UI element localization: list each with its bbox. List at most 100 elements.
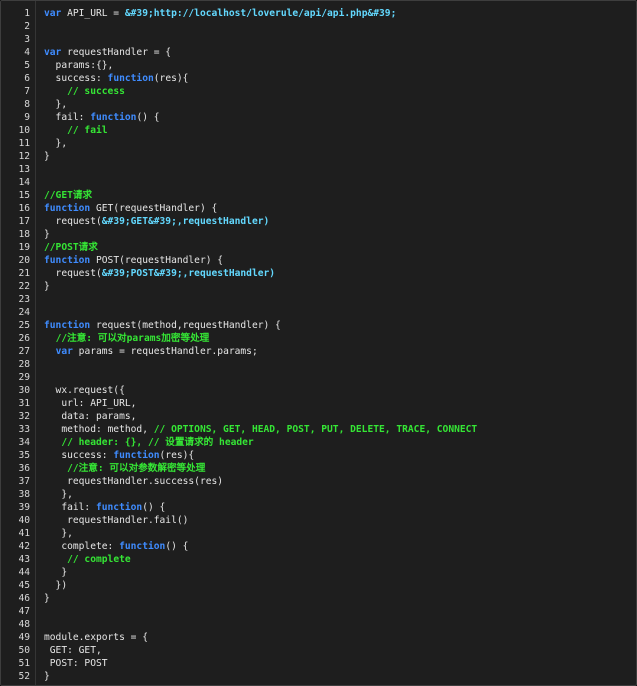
line-code: }, xyxy=(44,98,68,111)
line-code: }, xyxy=(44,527,73,540)
code-token-plain: wx.request({ xyxy=(44,385,125,396)
line-number: 24 xyxy=(18,307,30,318)
code-line: 34 // header: {}, // 设置请求的 header xyxy=(1,436,636,449)
line-number: 48 xyxy=(18,619,30,630)
code-line: 40 requestHandler.fail() xyxy=(1,514,636,527)
code-line: 26 //注意: 可以对params加密等处理 xyxy=(1,332,636,345)
code-token-keyword: function xyxy=(107,73,154,84)
code-line: 32 data: params, xyxy=(1,410,636,423)
line-code: fail: function() { xyxy=(44,111,160,124)
line-number: 6 xyxy=(24,73,30,84)
line-number: 29 xyxy=(18,372,30,383)
line-code: wx.request({ xyxy=(44,384,125,397)
code-line: 52} xyxy=(1,670,636,683)
code-line: 12} xyxy=(1,150,636,163)
code-token-keyword: function xyxy=(44,320,91,331)
line-code: } xyxy=(44,566,67,579)
line-code: } xyxy=(44,150,50,163)
code-token-plain: POST(requestHandler) { xyxy=(90,255,224,266)
code-area[interactable]: 1 var API_URL = &#39;http://localhost/lov… xyxy=(1,7,636,683)
code-token-plain: }, xyxy=(44,489,73,500)
code-token-comment: //POST请求 xyxy=(44,242,98,253)
code-token-plain: fail: xyxy=(44,112,91,123)
line-code: function request(method,requestHandler) … xyxy=(44,319,281,332)
line-number: 37 xyxy=(18,476,30,487)
line-number: 33 xyxy=(18,424,30,435)
code-line: 3 xyxy=(1,33,636,46)
code-line: 25 function request(method,requestHandler… xyxy=(1,319,636,332)
code-token-plain: requestHandler.fail() xyxy=(44,515,189,526)
line-number: 22 xyxy=(18,281,30,292)
line-code: method: method, // OPTIONS, GET, HEAD, P… xyxy=(44,423,477,436)
code-line: 38 }, xyxy=(1,488,636,501)
line-code: } xyxy=(44,670,50,683)
line-code: //注意: 可以对参数解密等处理 xyxy=(44,462,205,475)
code-token-comment: //注意: 可以对参数解密等处理 xyxy=(67,463,206,474)
code-line: 51 POST: POST xyxy=(1,657,636,670)
line-code: } xyxy=(44,280,50,293)
code-line: 33 method: method, // OPTIONS, GET, HEAD… xyxy=(1,423,636,436)
code-line: 18} xyxy=(1,228,636,241)
line-number: 8 xyxy=(24,99,30,110)
line-code: request(&#39;POST&#39;,requestHandler) xyxy=(44,267,276,280)
line-code: GET: GET, xyxy=(44,644,102,657)
line-code: var API_URL = &#39;http://localhost/love… xyxy=(44,7,396,20)
line-number: 19 xyxy=(18,242,30,253)
line-number: 26 xyxy=(18,333,30,344)
code-line: 47 xyxy=(1,605,636,618)
code-token-plain: API_URL = xyxy=(61,8,125,19)
code-line: 21 request(&#39;POST&#39;,requestHandler… xyxy=(1,267,636,280)
code-token-plain: data: params, xyxy=(44,411,137,422)
line-number: 50 xyxy=(18,645,30,656)
code-token-plain: params:{}, xyxy=(44,60,114,71)
code-line: 30 wx.request({ xyxy=(1,384,636,397)
code-line: 8 }, xyxy=(1,98,636,111)
code-token-plain: fail: xyxy=(44,502,96,513)
code-line: 23 xyxy=(1,293,636,306)
line-code: // header: {}, // 设置请求的 header xyxy=(44,436,254,449)
code-line: 9 fail: function() { xyxy=(1,111,636,124)
code-token-plain: } xyxy=(44,593,50,604)
code-line: 29 xyxy=(1,371,636,384)
code-token-comment: //GET请求 xyxy=(44,190,93,201)
code-token-plain: url: API_URL, xyxy=(44,398,137,409)
code-token-comment: //注意: 可以对params加密等处理 xyxy=(55,333,210,344)
code-token-plain: POST: POST xyxy=(44,658,108,669)
code-token-plain: (res){ xyxy=(153,73,189,84)
line-code: var params = requestHandler.params; xyxy=(44,345,258,358)
code-line: 24 xyxy=(1,306,636,319)
code-token-plain: request( xyxy=(44,268,102,279)
line-number: 43 xyxy=(18,554,30,565)
code-line: 45 }) xyxy=(1,579,636,592)
code-token-comment: // success xyxy=(67,86,125,97)
code-line: 20 function POST(requestHandler) { xyxy=(1,254,636,267)
code-line: 10 // fail xyxy=(1,124,636,137)
line-code: } xyxy=(44,228,50,241)
line-number: 42 xyxy=(18,541,30,552)
line-number: 44 xyxy=(18,567,30,578)
line-number: 35 xyxy=(18,450,30,461)
line-code: } xyxy=(44,592,50,605)
code-token-plain: } xyxy=(44,151,50,162)
code-token-keyword: function xyxy=(90,112,137,123)
code-token-comment: // header: {}, // 设置请求的 header xyxy=(61,437,254,448)
line-number: 39 xyxy=(18,502,30,513)
line-code: var requestHandler = { xyxy=(44,46,171,59)
line-number: 40 xyxy=(18,515,30,526)
code-line: 4 var requestHandler = { xyxy=(1,46,636,59)
line-code: request(&#39;GET&#39;,requestHandler) xyxy=(44,215,270,228)
code-line: 35 success: function(res){ xyxy=(1,449,636,462)
line-number: 46 xyxy=(18,593,30,604)
code-token-keyword: function xyxy=(44,255,91,266)
code-line: 31 url: API_URL, xyxy=(1,397,636,410)
line-code: }, xyxy=(44,488,73,501)
code-line: 11 }, xyxy=(1,137,636,150)
code-line: 19 //POST请求 xyxy=(1,241,636,254)
line-number: 34 xyxy=(18,437,30,448)
line-number: 27 xyxy=(18,346,30,357)
code-line: 6 success: function(res){ xyxy=(1,72,636,85)
